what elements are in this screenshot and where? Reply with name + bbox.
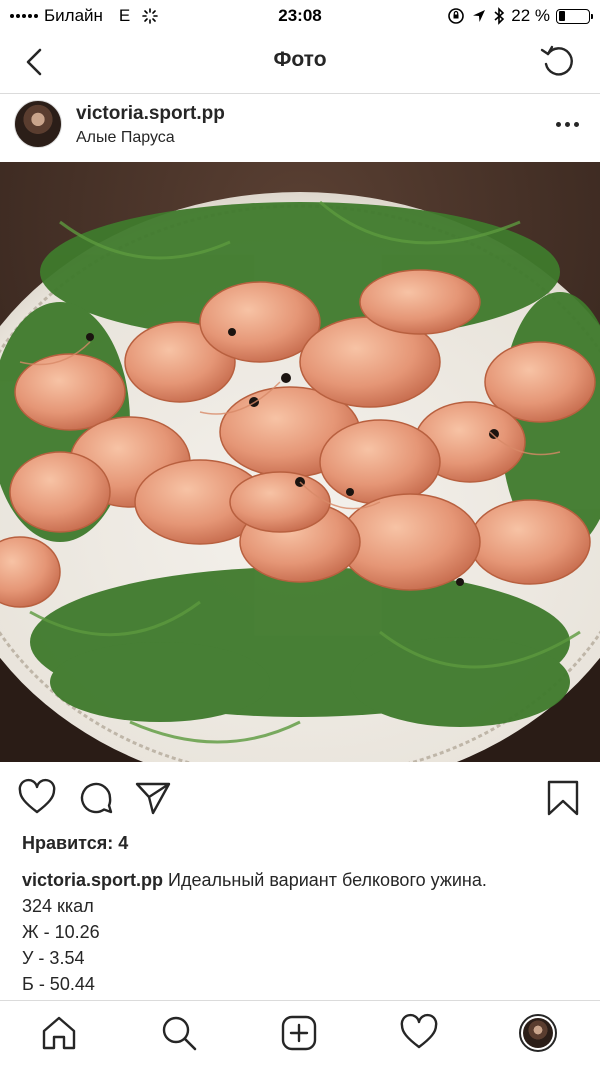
page-title: Фото <box>273 48 327 71</box>
caption-first-line: victoria.sport.pp Идеальный вариант белк… <box>22 867 582 893</box>
battery-icon <box>556 8 593 24</box>
post-caption: victoria.sport.pp Идеальный вариант белк… <box>22 867 582 997</box>
home-icon[interactable] <box>39 1013 79 1053</box>
tab-bar <box>0 1000 600 1066</box>
caption-text: Идеальный вариант белкового ужина. <box>168 870 487 890</box>
heart-icon[interactable] <box>399 1013 439 1053</box>
shrimp-salad-image <box>0 162 600 762</box>
location-arrow-icon <box>473 10 486 22</box>
status-right: 22 % <box>447 6 593 26</box>
comment-icon[interactable] <box>76 778 116 818</box>
heart-icon[interactable] <box>17 778 57 818</box>
send-icon[interactable] <box>133 778 173 818</box>
bluetooth-icon <box>494 7 505 25</box>
caption-line: У - 3.54 <box>22 948 85 968</box>
caption-line: 324 ккал <box>22 896 94 916</box>
profile-avatar[interactable] <box>519 1014 557 1052</box>
add-icon[interactable] <box>279 1013 319 1053</box>
more-icon[interactable] <box>554 114 580 134</box>
post-header: victoria.sport.pp Алые Паруса <box>0 94 600 162</box>
post-location[interactable]: Алые Паруса <box>76 129 175 147</box>
status-bar: Билайн E 23:08 22 % <box>0 0 600 32</box>
bookmark-icon[interactable] <box>543 778 583 818</box>
caption-line: Ж - 10.26 <box>22 922 100 942</box>
nav-header: Фото <box>0 32 600 94</box>
post-photo[interactable] <box>0 162 600 762</box>
avatar[interactable] <box>14 100 62 148</box>
orientation-lock-icon <box>448 8 465 24</box>
battery-percent: 22 % <box>511 6 550 25</box>
refresh-icon[interactable] <box>538 42 578 82</box>
action-bar <box>0 770 600 826</box>
caption-line: Б - 50.44 <box>22 974 95 994</box>
search-icon[interactable] <box>159 1013 199 1053</box>
caption-username[interactable]: victoria.sport.pp <box>22 870 163 890</box>
likes-count[interactable]: Нравится: 4 <box>22 833 128 854</box>
post-username[interactable]: victoria.sport.pp <box>76 103 225 125</box>
